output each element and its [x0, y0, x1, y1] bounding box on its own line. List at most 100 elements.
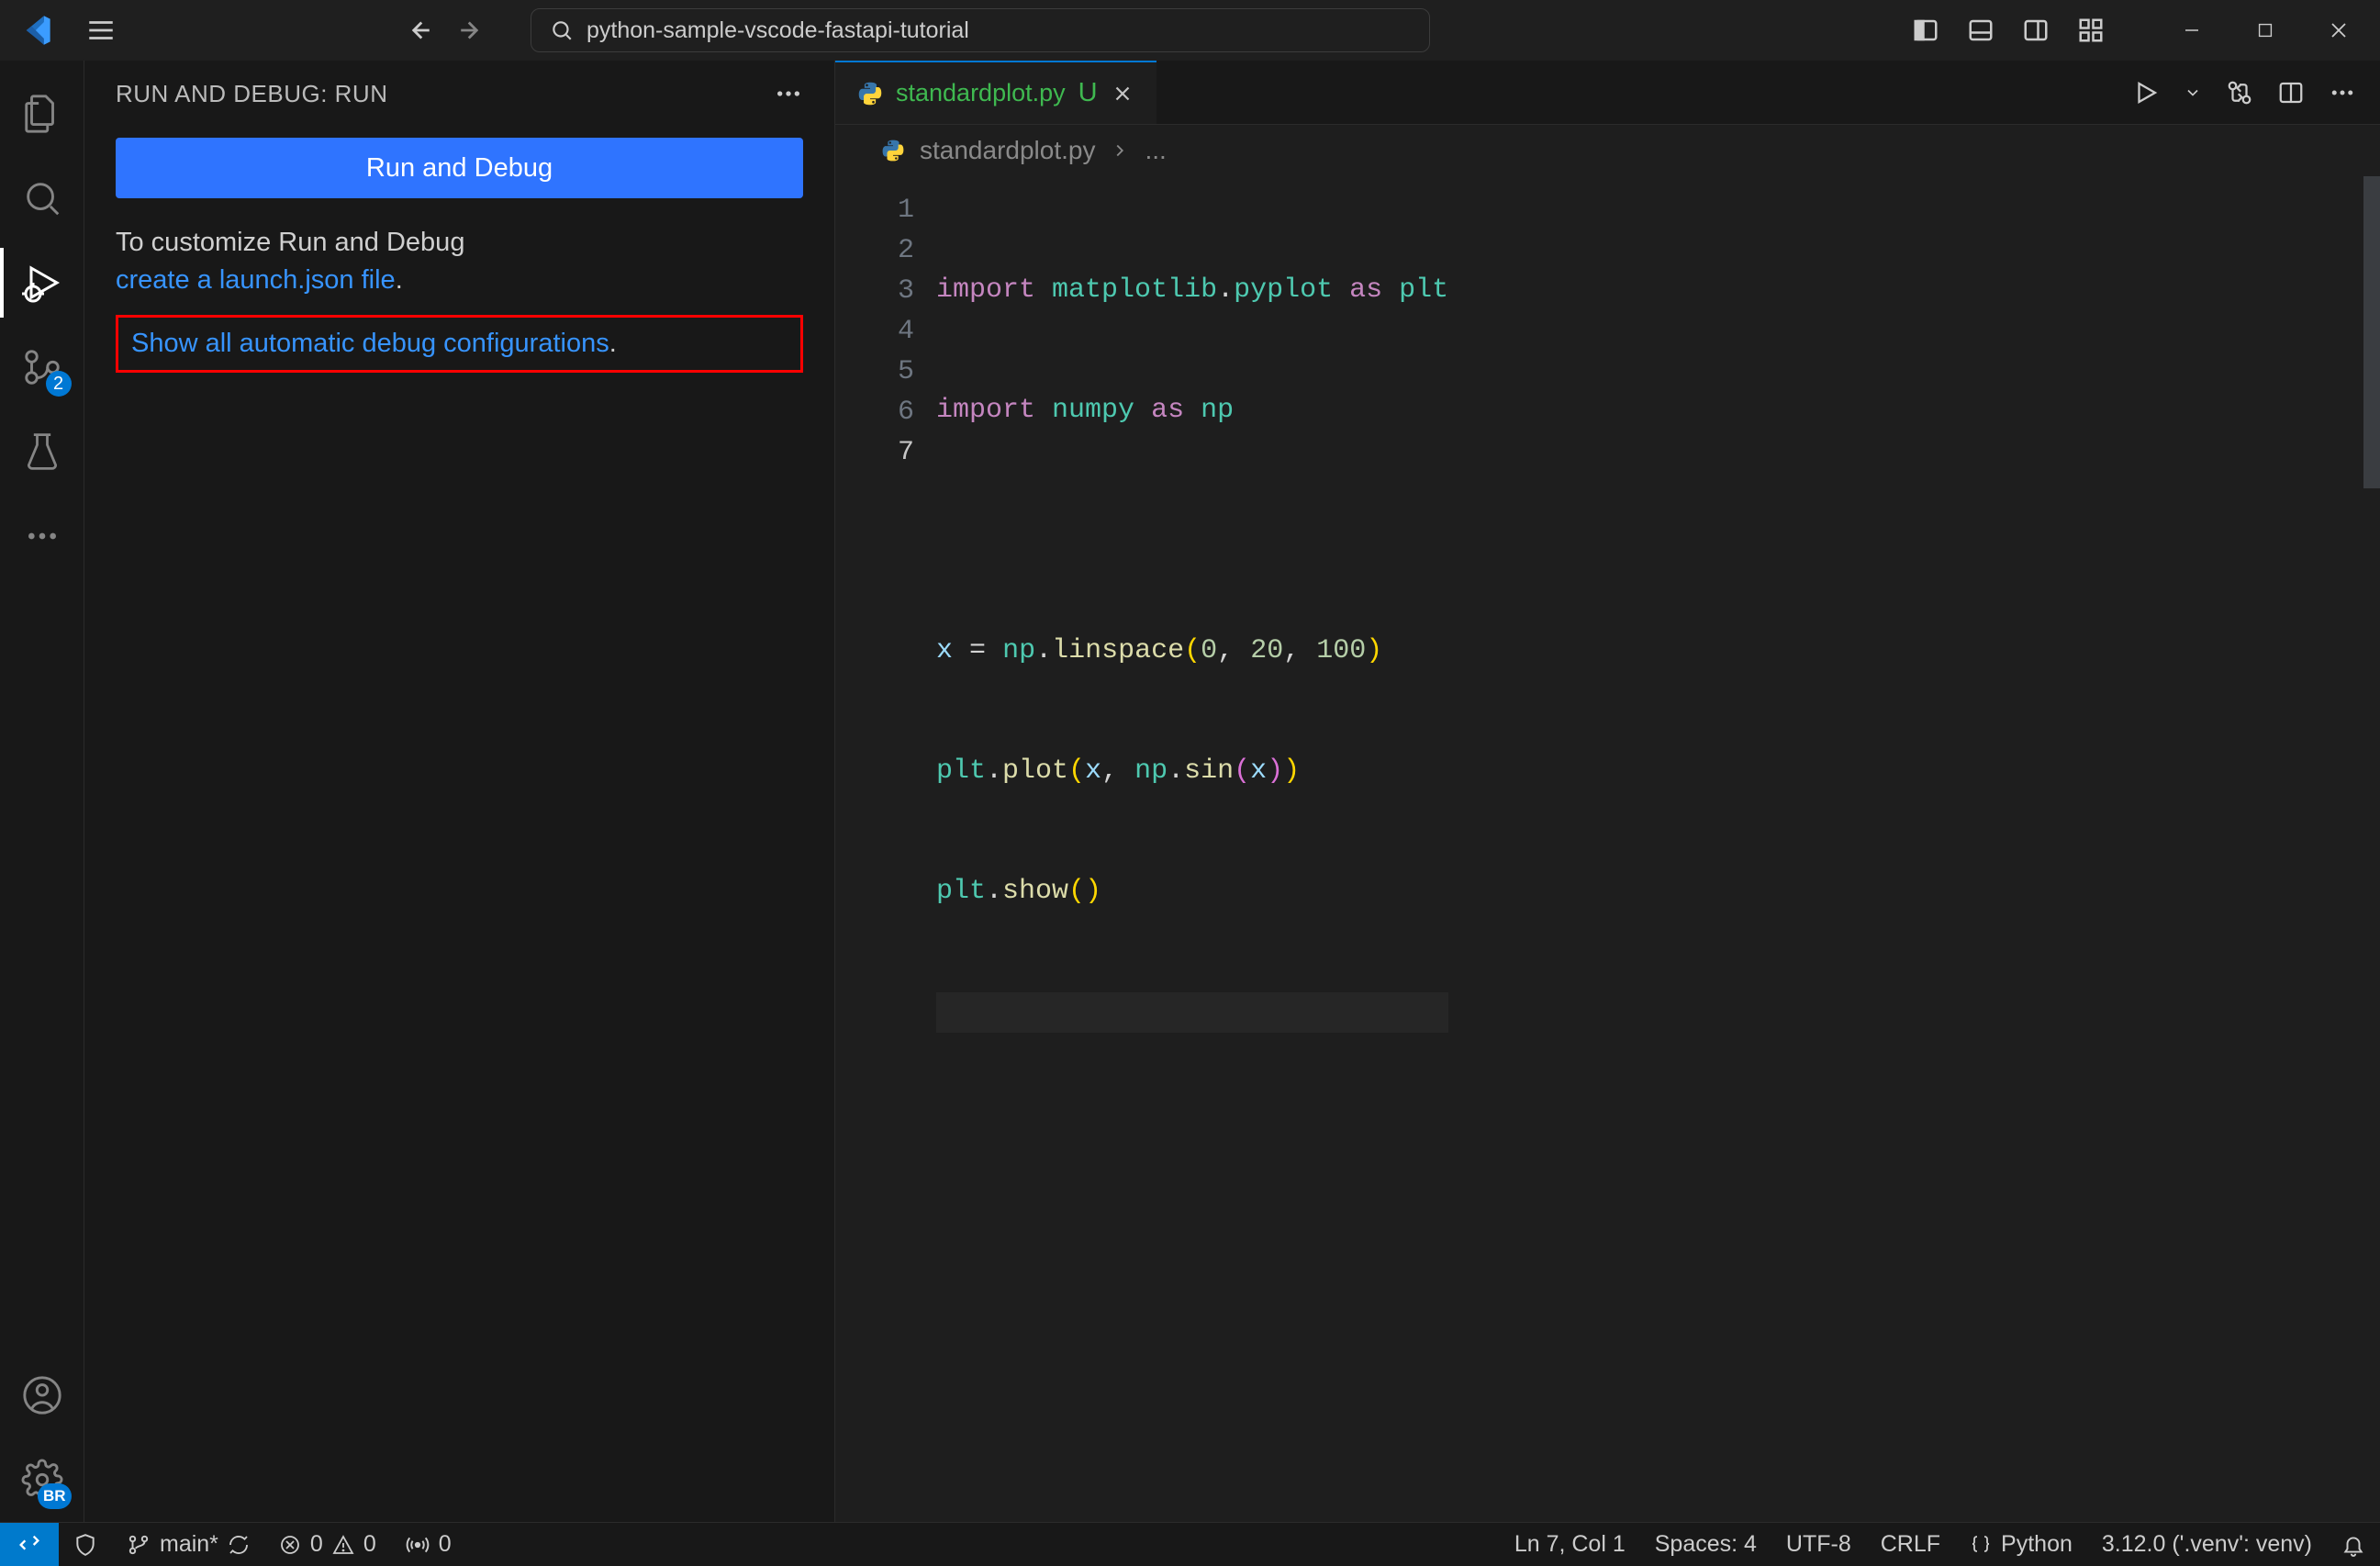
remote-indicator[interactable] [0, 1523, 59, 1566]
sidebar-header: RUN AND DEBUG: RUN [84, 61, 834, 127]
tab-close-button[interactable] [1111, 82, 1134, 106]
app-menu-button[interactable] [73, 15, 128, 46]
code-line-active [936, 992, 1448, 1033]
run-file-dropdown[interactable] [2184, 84, 2202, 102]
toggle-panel-button[interactable] [1958, 7, 2004, 53]
activity-testing[interactable] [0, 409, 84, 494]
status-python-interpreter[interactable]: 3.12.0 ('.venv': venv) [2087, 1523, 2327, 1566]
activity-settings[interactable]: BR [0, 1437, 84, 1522]
window-close-button[interactable] [2307, 7, 2371, 53]
nav-arrows [395, 7, 496, 53]
activity-run-debug[interactable] [0, 240, 84, 325]
editor-body[interactable]: 1 2 3 4 5 6 7 import matplotlib.pyplot a… [835, 176, 2380, 1522]
activity-more[interactable] [0, 494, 84, 578]
activity-source-control[interactable]: 2 [0, 325, 84, 409]
scm-badge: 2 [46, 371, 72, 397]
sidebar-body: Run and Debug .big-button{background:#2d… [84, 127, 834, 384]
window-minimize-button[interactable] [2160, 7, 2224, 53]
status-branch[interactable]: main* [112, 1523, 264, 1566]
nav-back-button[interactable] [395, 7, 441, 53]
branch-name: main* [160, 1531, 218, 1558]
warnings-count: 0 [363, 1531, 376, 1558]
line-number: 2 [835, 231, 914, 272]
code-content[interactable]: import matplotlib.pyplot as plt import n… [936, 176, 1448, 1522]
line-number: 7 [835, 433, 914, 474]
remote-icon [17, 1532, 42, 1558]
activity-explorer[interactable] [0, 72, 84, 156]
run-file-button[interactable] [2132, 79, 2160, 106]
ellipsis-icon [24, 518, 61, 554]
play-icon [2132, 79, 2160, 106]
breadcrumb-file: standardplot.py [920, 136, 1095, 165]
python-file-icon [857, 81, 883, 106]
breadcrumb[interactable]: standardplot.py ... [835, 125, 2380, 176]
settings-badge: BR [38, 1483, 72, 1509]
toggle-primary-sidebar-button[interactable] [1903, 7, 1949, 53]
editor-tabbar: standardplot.py U [835, 61, 2380, 125]
breadcrumb-more: ... [1145, 136, 1166, 165]
nav-forward-button[interactable] [450, 7, 496, 53]
status-language-mode[interactable]: Python [1955, 1523, 2087, 1566]
status-indentation[interactable]: Spaces: 4 [1640, 1523, 1771, 1566]
activity-bar: 2 BR [0, 61, 84, 1522]
code-line: import matplotlib.pyplot as plt [936, 271, 1448, 311]
shield-icon [73, 1533, 97, 1557]
line-number: 3 [835, 272, 914, 312]
command-center-search[interactable]: python-sample-vscode-fastapi-tutorial [531, 8, 1430, 52]
split-horizontal-icon [2277, 79, 2305, 106]
toggle-secondary-sidebar-button[interactable] [2013, 7, 2059, 53]
status-eol[interactable]: CRLF [1866, 1523, 1955, 1566]
status-ports[interactable]: 0 [391, 1523, 466, 1566]
errors-count: 0 [310, 1531, 323, 1558]
error-icon [279, 1534, 301, 1556]
code-line: import numpy as np [936, 391, 1448, 431]
status-notifications[interactable] [2327, 1523, 2380, 1566]
bell-icon [2341, 1533, 2365, 1557]
code-line [936, 511, 1448, 552]
chevron-down-icon [2184, 84, 2202, 102]
code-line: x = np.linspace(0, 20, 100) [936, 632, 1448, 672]
sidebar-more-button[interactable] [774, 79, 803, 108]
line-number: 6 [835, 393, 914, 433]
close-icon [1111, 82, 1134, 106]
code-line: plt.show() [936, 872, 1448, 912]
main-area: 2 BR RUN AND DEBUG: RUN Run and Debug .b… [0, 61, 2380, 1522]
warning-icon [332, 1534, 354, 1556]
scrollbar[interactable] [2363, 176, 2380, 1522]
split-editor-button[interactable] [2277, 79, 2305, 106]
customize-text-block: To customize Run and Debug create a laun… [116, 224, 803, 298]
search-icon [21, 177, 63, 219]
line-number-gutter: 1 2 3 4 5 6 7 [835, 176, 936, 1522]
tab-modified-indicator: U [1078, 78, 1098, 108]
editor-actions [2132, 61, 2380, 124]
git-compare-icon [2226, 79, 2253, 106]
braces-icon [1970, 1534, 1992, 1556]
editor-more-button[interactable] [2329, 79, 2356, 106]
status-encoding[interactable]: UTF-8 [1771, 1523, 1866, 1566]
vscode-logo-icon [9, 14, 64, 47]
debug-icon [20, 261, 64, 305]
tab-filename: standardplot.py [896, 79, 1066, 107]
activity-accounts[interactable] [0, 1353, 84, 1437]
title-bar: python-sample-vscode-fastapi-tutorial [0, 0, 2380, 61]
window-maximize-button[interactable] [2233, 7, 2297, 53]
status-trust[interactable] [59, 1523, 112, 1566]
status-problems[interactable]: 0 0 [264, 1523, 391, 1566]
sync-icon [228, 1534, 250, 1556]
period2: . [609, 329, 617, 358]
editor-tab-active[interactable]: standardplot.py U [835, 61, 1156, 124]
activity-search[interactable] [0, 156, 84, 240]
customize-layout-button[interactable] [2068, 7, 2114, 53]
editor-group: standardplot.py U [835, 61, 2380, 1522]
period: . [396, 265, 403, 295]
create-launch-json-link[interactable]: create a launch.json file [116, 265, 396, 295]
run-and-debug-button[interactable]: Run and Debug [116, 138, 803, 198]
status-cursor-position[interactable]: Ln 7, Col 1 [1500, 1523, 1640, 1566]
scrollbar-thumb[interactable] [2363, 176, 2380, 488]
compare-changes-button[interactable] [2226, 79, 2253, 106]
search-icon [550, 18, 574, 42]
beaker-icon [22, 431, 62, 472]
code-line: plt.plot(x, np.sin(x)) [936, 752, 1448, 792]
files-icon [21, 93, 63, 135]
show-all-configs-link[interactable]: Show all automatic debug configurations [131, 329, 609, 358]
